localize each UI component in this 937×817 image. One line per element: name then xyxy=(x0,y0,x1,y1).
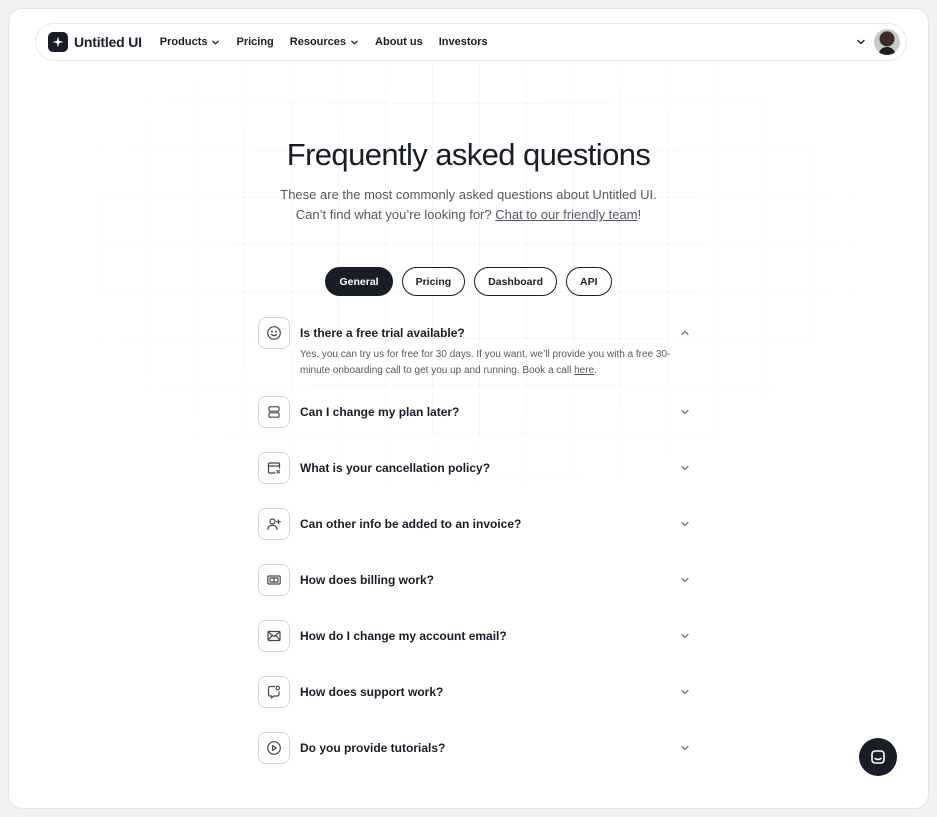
faq-body: Can I change my plan later? xyxy=(300,396,698,428)
nav-link-investors[interactable]: Investors xyxy=(439,36,488,48)
chevron-down-icon[interactable] xyxy=(678,573,692,587)
faq-question-toggle[interactable]: Can I change my plan later? xyxy=(300,396,698,428)
nav-link-products[interactable]: Products xyxy=(160,36,221,48)
chevron-down-icon[interactable] xyxy=(678,405,692,419)
tab-api[interactable]: API xyxy=(566,267,612,296)
tab-dashboard[interactable]: Dashboard xyxy=(474,267,558,296)
top-navigation: Untitled UI Products Pricing Resources A… xyxy=(35,23,907,61)
faq-question: Can I change my plan later? xyxy=(300,405,460,419)
faq-item: Is there a free trial available? Yes, yo… xyxy=(258,317,698,379)
avatar[interactable] xyxy=(874,29,900,55)
tab-pricing[interactable]: Pricing xyxy=(401,267,466,296)
mail-icon xyxy=(258,620,290,652)
nav-link-resources[interactable]: Resources xyxy=(290,36,359,48)
page-title: Frequently asked questions xyxy=(286,137,651,172)
nav-links: Products Pricing Resources About us Inve… xyxy=(160,36,488,48)
faq-header: Frequently asked questions These are the… xyxy=(9,137,928,225)
faq-item: Can other info be added to an invoice? xyxy=(258,508,698,540)
smile-icon xyxy=(258,317,290,349)
page-subtitle: These are the most commonly asked questi… xyxy=(9,185,928,225)
nav-link-label: Pricing xyxy=(236,36,274,48)
page-frame: Untitled UI Products Pricing Resources A… xyxy=(8,8,929,809)
chevron-down-icon[interactable] xyxy=(678,629,692,643)
calendar-x-icon xyxy=(258,452,290,484)
user-plus-icon xyxy=(258,508,290,540)
chevron-down-icon[interactable] xyxy=(856,37,866,47)
faq-item: How does billing work? xyxy=(258,564,698,596)
faq-category-tabs: General Pricing Dashboard API xyxy=(9,267,928,296)
faq-question: Can other info be added to an invoice? xyxy=(300,517,522,531)
subtitle-line-1: These are the most commonly asked questi… xyxy=(280,187,657,202)
faq-question-toggle[interactable]: What is your cancellation policy? xyxy=(300,452,698,484)
nav-link-label: About us xyxy=(375,36,423,48)
faq-answer-end: . xyxy=(594,365,597,376)
faq-body: How do I change my account email? xyxy=(300,620,698,652)
faq-question: Is there a free trial available? xyxy=(300,326,465,340)
nav-link-about-us[interactable]: About us xyxy=(375,36,423,48)
faq-question-toggle[interactable]: Do you provide tutorials? xyxy=(300,732,698,764)
faq-item: How do I change my account email? xyxy=(258,620,698,652)
faq-item: How does support work? xyxy=(258,676,698,708)
faq-body: How does billing work? xyxy=(300,564,698,596)
chevron-up-icon[interactable] xyxy=(678,326,692,340)
faq-question-toggle[interactable]: How does support work? xyxy=(300,676,698,708)
chat-launcher-button[interactable] xyxy=(859,738,897,776)
faq-item: What is your cancellation policy? xyxy=(258,452,698,484)
message-chat-icon xyxy=(258,676,290,708)
play-circle-icon xyxy=(258,732,290,764)
subtitle-line-2: Can’t find what you’re looking for? Chat… xyxy=(9,205,928,225)
chevron-down-icon xyxy=(351,40,358,44)
chevron-down-icon[interactable] xyxy=(678,685,692,699)
faq-question: What is your cancellation policy? xyxy=(300,461,491,475)
subtitle-suffix: ! xyxy=(637,207,642,222)
book-call-link[interactable]: here xyxy=(574,365,594,376)
faq-list: Is there a free trial available? Yes, yo… xyxy=(258,317,698,788)
faq-item: Do you provide tutorials? xyxy=(258,732,698,764)
faq-question-toggle[interactable]: How does billing work? xyxy=(300,564,698,596)
chat-team-link[interactable]: Chat to our friendly team xyxy=(495,207,637,222)
faq-answer: Yes, you can try us for free for 30 days… xyxy=(300,347,690,379)
account-menu[interactable] xyxy=(856,29,900,55)
faq-body: Can other info be added to an invoice? xyxy=(300,508,698,540)
nav-link-label: Investors xyxy=(438,36,488,48)
nav-link-label: Resources xyxy=(289,36,347,48)
faq-body: What is your cancellation policy? xyxy=(300,452,698,484)
chat-icon xyxy=(871,750,885,764)
faq-question-toggle[interactable]: How do I change my account email? xyxy=(300,620,698,652)
tab-general[interactable]: General xyxy=(325,267,393,296)
chevron-down-icon[interactable] xyxy=(678,461,692,475)
chevron-down-icon[interactable] xyxy=(678,741,692,755)
subtitle-prefix: Can’t find what you’re looking for? xyxy=(295,207,496,222)
nav-link-label: Products xyxy=(159,36,208,48)
brand-name: Untitled UI xyxy=(74,34,142,50)
faq-body: Is there a free trial available? Yes, yo… xyxy=(300,317,698,379)
faq-question-toggle[interactable]: Is there a free trial available? xyxy=(300,317,698,349)
faq-question: How do I change my account email? xyxy=(300,629,507,643)
faq-answer-text: Yes, you can try us for free for 30 days… xyxy=(300,349,671,376)
faq-body: Do you provide tutorials? xyxy=(300,732,698,764)
faq-question: Do you provide tutorials? xyxy=(300,741,446,755)
faq-question-toggle[interactable]: Can other info be added to an invoice? xyxy=(300,508,698,540)
faq-question: How does support work? xyxy=(300,685,444,699)
chevron-down-icon xyxy=(212,40,220,44)
brand-logo[interactable]: Untitled UI xyxy=(48,32,142,52)
faq-body: How does support work? xyxy=(300,676,698,708)
banknote-icon xyxy=(258,564,290,596)
layers-icon xyxy=(258,396,290,428)
nav-link-pricing[interactable]: Pricing xyxy=(236,36,273,48)
logo-mark-icon xyxy=(48,32,68,52)
faq-item: Can I change my plan later? xyxy=(258,396,698,428)
chevron-down-icon[interactable] xyxy=(678,517,692,531)
faq-question: How does billing work? xyxy=(300,573,435,587)
